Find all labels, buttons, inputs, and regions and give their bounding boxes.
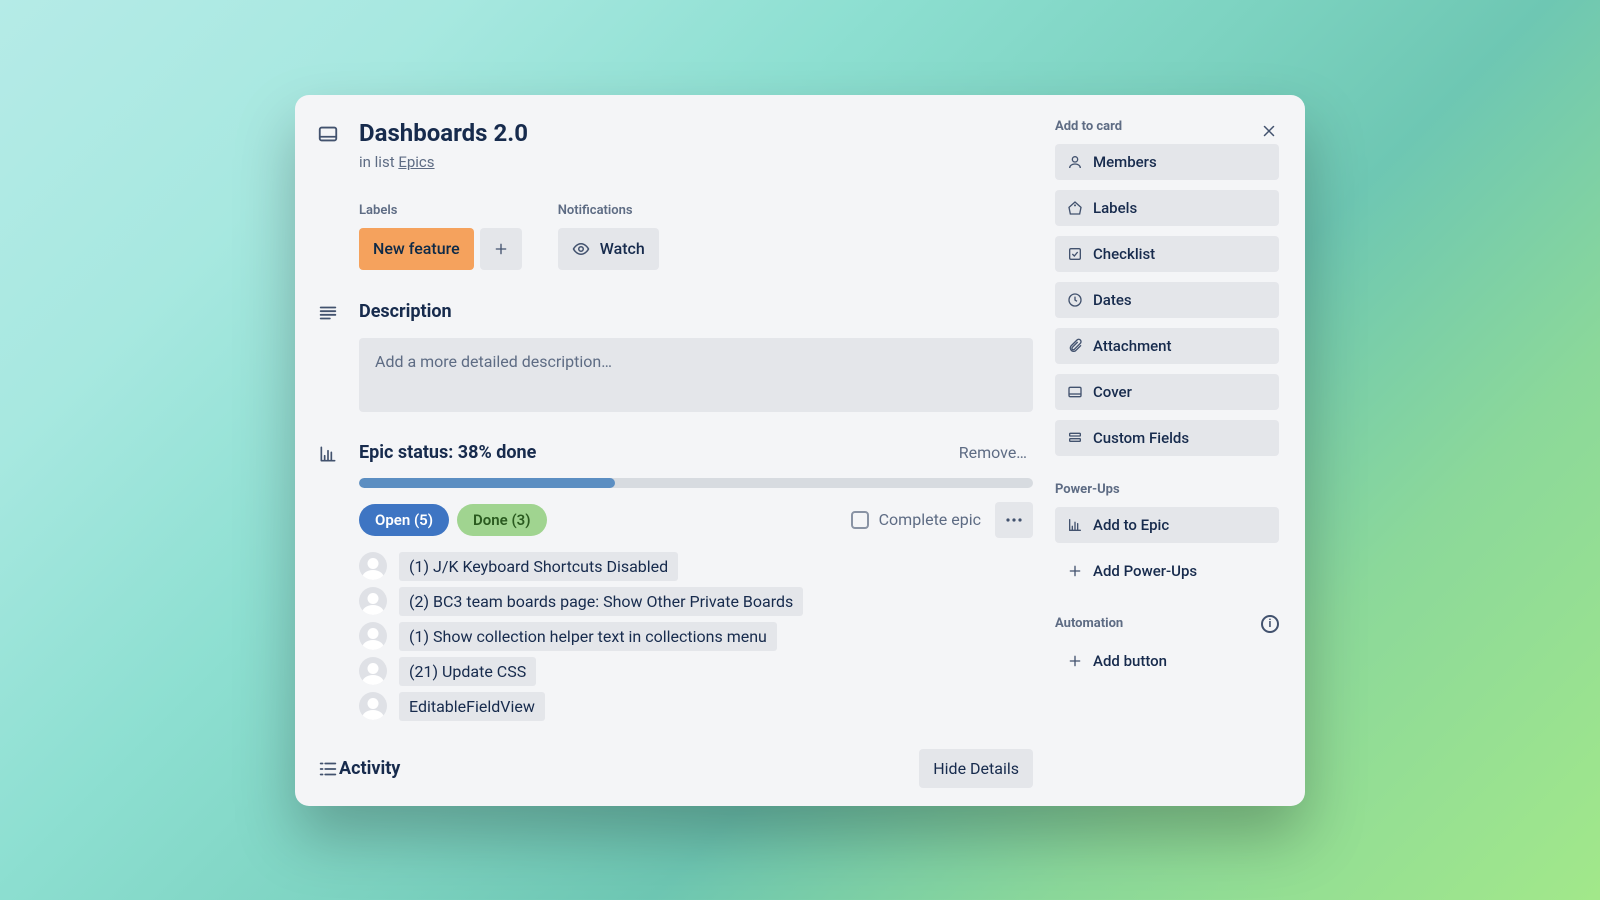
open-pill[interactable]: Open (5)	[359, 504, 449, 536]
checklist-button[interactable]: Checklist	[1055, 236, 1279, 272]
task-link[interactable]: (1) Show collection helper text in colle…	[399, 622, 777, 651]
epic-more-button[interactable]	[995, 502, 1033, 538]
epic-status-heading: Epic status: 38% done	[359, 442, 536, 463]
labels-heading: Labels	[359, 203, 522, 218]
epic-task-list: (1) J/K Keyboard Shortcuts Disabled (2) …	[359, 552, 1033, 721]
activity-icon	[317, 756, 339, 780]
epic-progress-fill	[359, 478, 615, 488]
description-icon	[317, 300, 339, 324]
notifications-block: Notifications Watch	[558, 203, 659, 270]
add-power-ups-button[interactable]: Add Power-Ups	[1055, 553, 1279, 589]
attachment-button[interactable]: Attachment	[1055, 328, 1279, 364]
close-button[interactable]	[1251, 113, 1287, 149]
avatar[interactable]	[359, 552, 387, 580]
card-title[interactable]: Dashboards 2.0	[359, 119, 528, 147]
in-list-text: in list Epics	[359, 153, 1033, 171]
task-row: (1) J/K Keyboard Shortcuts Disabled	[359, 552, 1033, 581]
task-row: (2) BC3 team boards page: Show Other Pri…	[359, 587, 1033, 616]
done-pill[interactable]: Done (3)	[457, 504, 546, 536]
activity-heading: Activity	[339, 758, 400, 779]
notifications-heading: Notifications	[558, 203, 659, 218]
hide-details-button[interactable]: Hide Details	[919, 749, 1033, 788]
avatar[interactable]	[359, 587, 387, 615]
card-icon	[317, 121, 339, 145]
task-link[interactable]: (2) BC3 team boards page: Show Other Pri…	[399, 587, 803, 616]
list-link[interactable]: Epics	[398, 153, 434, 171]
task-row: (1) Show collection helper text in colle…	[359, 622, 1033, 651]
epic-icon	[317, 442, 339, 464]
task-row: (21) Update CSS	[359, 657, 1033, 686]
task-link[interactable]: (21) Update CSS	[399, 657, 536, 686]
power-ups-label: Power-Ups	[1055, 482, 1279, 497]
info-icon[interactable]: i	[1261, 615, 1279, 633]
avatar[interactable]	[359, 692, 387, 720]
description-input[interactable]: Add a more detailed description…	[359, 338, 1033, 412]
complete-epic-checkbox[interactable]: Complete epic	[851, 510, 981, 529]
checkbox-icon	[851, 511, 869, 529]
dates-button[interactable]: Dates	[1055, 282, 1279, 318]
epic-progress-bar	[359, 478, 1033, 488]
task-link[interactable]: (1) J/K Keyboard Shortcuts Disabled	[399, 552, 678, 581]
labels-button[interactable]: Labels	[1055, 190, 1279, 226]
add-to-epic-button[interactable]: Add to Epic	[1055, 507, 1279, 543]
task-link[interactable]: EditableFieldView	[399, 692, 545, 721]
main-column: Dashboards 2.0 in list Epics Labels New …	[317, 119, 1033, 788]
members-button[interactable]: Members	[1055, 144, 1279, 180]
sidebar: Add to card Members Labels Checklist Dat…	[1055, 119, 1279, 788]
labels-block: Labels New feature	[359, 203, 522, 270]
automation-label: Automation	[1055, 616, 1123, 631]
description-heading: Description	[359, 301, 452, 322]
watch-button[interactable]: Watch	[558, 228, 659, 270]
cover-button[interactable]: Cover	[1055, 374, 1279, 410]
add-label-button[interactable]	[480, 228, 522, 270]
label-chip[interactable]: New feature	[359, 228, 474, 270]
card-modal: Dashboards 2.0 in list Epics Labels New …	[295, 95, 1305, 806]
custom-fields-button[interactable]: Custom Fields	[1055, 420, 1279, 456]
avatar[interactable]	[359, 622, 387, 650]
remove-epic-link[interactable]: Remove…	[959, 443, 1027, 462]
add-automation-button[interactable]: Add button	[1055, 643, 1279, 679]
task-row: EditableFieldView	[359, 692, 1033, 721]
add-to-card-label: Add to card	[1055, 119, 1279, 134]
avatar[interactable]	[359, 657, 387, 685]
